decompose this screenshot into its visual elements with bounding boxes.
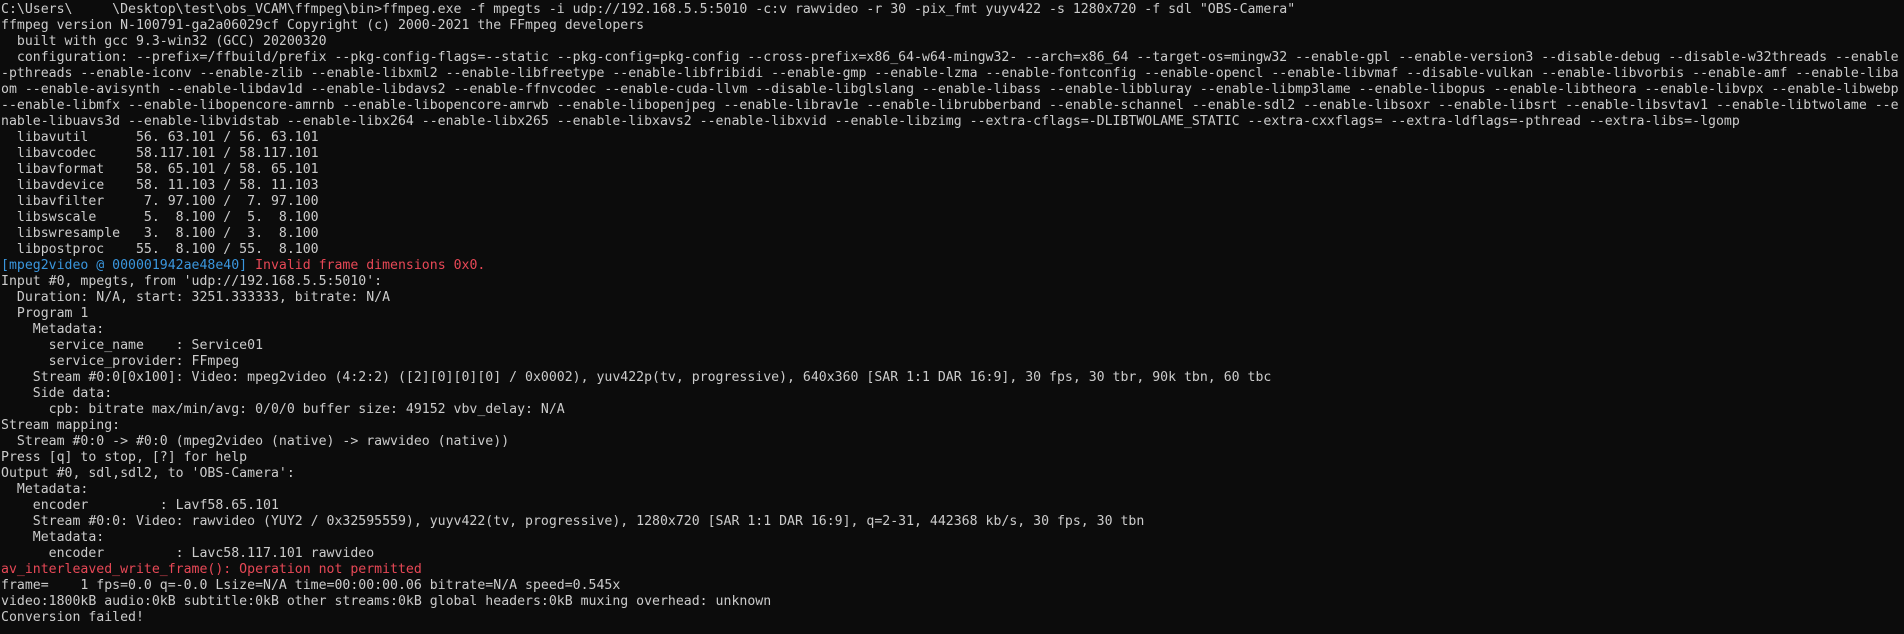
output-line: Stream #0:0: Video: rawvideo (YUY2 / 0x3…: [1, 514, 1145, 529]
lib-version-line: libswscale 5. 8.100 / 5. 8.100: [1, 210, 319, 225]
output-line: encoder : Lavf58.65.101: [1, 498, 279, 513]
output-line: cpb: bitrate max/min/avg: 0/0/0 buffer s…: [1, 402, 565, 417]
output-line: service_name : Service01: [1, 338, 264, 353]
frame-progress-line: frame= 1 fps=0.0 q=-0.0 Lsize=N/A time=0…: [1, 578, 621, 593]
lib-version-line: libavfilter 7. 97.100 / 7. 97.100: [1, 194, 319, 209]
output-line: service_provider: FFmpeg: [1, 354, 240, 369]
decoder-tag: [mpeg2video @ 000001942ae48e40]: [1, 258, 248, 273]
built-with-line: built with gcc 9.3-win32 (GCC) 20200320: [1, 34, 327, 49]
command-prompt-line: C:\Users\ \Desktop\test\obs_VCAM\ffmpeg\…: [1, 2, 1296, 17]
console-window[interactable]: C:\Users\ \Desktop\test\obs_VCAM\ffmpeg\…: [0, 0, 1904, 634]
output-line: Duration: N/A, start: 3251.333333, bitra…: [1, 290, 391, 305]
output-line: Input #0, mpegts, from 'udp://192.168.5.…: [1, 274, 383, 289]
ffmpeg-version-line: ffmpeg version N-100791-ga2a06029cf Copy…: [1, 18, 645, 33]
lib-version-line: libswresample 3. 8.100 / 3. 8.100: [1, 226, 319, 241]
output-line: Press [q] to stop, [?] for help: [1, 450, 248, 465]
output-line: Program 1: [1, 306, 89, 321]
output-line: Stream #0:0[0x100]: Video: mpeg2video (4…: [1, 370, 1272, 385]
summary-line: video:1800kB audio:0kB subtitle:0kB othe…: [1, 594, 772, 609]
decoder-warning-message: Invalid frame dimensions 0x0.: [247, 258, 486, 273]
output-line: Metadata:: [1, 530, 105, 545]
lib-version-line: libavcodec 58.117.101 / 58.117.101: [1, 146, 319, 161]
output-line: Metadata:: [1, 482, 89, 497]
lib-version-line: libpostproc 55. 8.100 / 55. 8.100: [1, 242, 319, 257]
output-line: Output #0, sdl,sdl2, to 'OBS-Camera':: [1, 466, 295, 481]
output-line: encoder : Lavc58.117.101 rawvideo: [1, 546, 375, 561]
output-line: Stream mapping:: [1, 418, 121, 433]
decoder-warning-line: [mpeg2video @ 000001942ae48e40] Invalid …: [1, 258, 1904, 274]
lib-version-line: libavutil 56. 63.101 / 56. 63.101: [1, 130, 319, 145]
output-line: Side data:: [1, 386, 113, 401]
configuration-line: configuration: --prefix=/ffbuild/prefix …: [1, 50, 1899, 129]
lib-version-line: libavformat 58. 65.101 / 58. 65.101: [1, 162, 319, 177]
write-error-line: av_interleaved_write_frame(): Operation …: [1, 562, 422, 577]
output-line: Stream #0:0 -> #0:0 (mpeg2video (native)…: [1, 434, 510, 449]
output-line: Metadata:: [1, 322, 105, 337]
lib-version-line: libavdevice 58. 11.103 / 58. 11.103: [1, 178, 319, 193]
conversion-failed-line: Conversion failed!: [1, 610, 144, 625]
